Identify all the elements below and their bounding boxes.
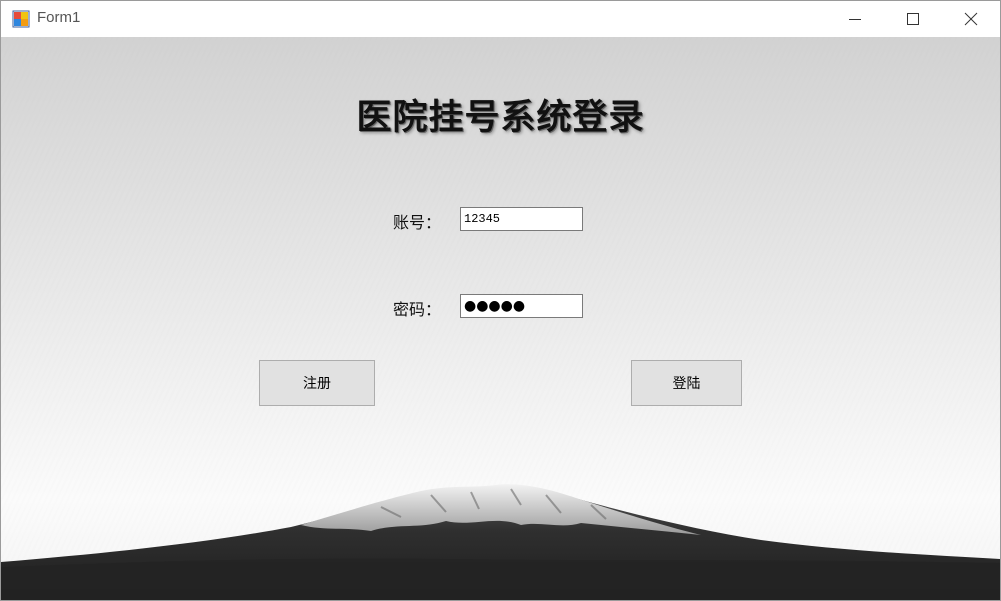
maximize-icon: [907, 13, 919, 25]
minimize-button[interactable]: [826, 1, 884, 37]
minimize-icon: [849, 19, 861, 20]
close-icon: [964, 12, 978, 26]
login-window: Form1 医院挂号系统登录 账号： 12345 密码： ●●●●● 注册 登陆: [0, 0, 1001, 601]
register-button[interactable]: 注册: [259, 360, 375, 406]
winforms-app-icon: [12, 10, 30, 28]
form-client-area: 医院挂号系统登录 账号： 密码： ●●●●● 注册 登陆: [1, 37, 1000, 600]
password-label: 密码：: [393, 300, 442, 319]
maximize-button[interactable]: [884, 1, 942, 37]
title-bar[interactable]: Form1: [1, 1, 1000, 37]
page-title: 医院挂号系统登录: [356, 98, 645, 138]
login-button[interactable]: 登陆: [631, 360, 742, 406]
window-title: Form1: [37, 9, 81, 26]
password-input[interactable]: ●●●●●: [460, 294, 583, 318]
account-label: 账号：: [393, 213, 442, 232]
account-input[interactable]: [460, 207, 583, 231]
close-button[interactable]: [942, 1, 1000, 37]
